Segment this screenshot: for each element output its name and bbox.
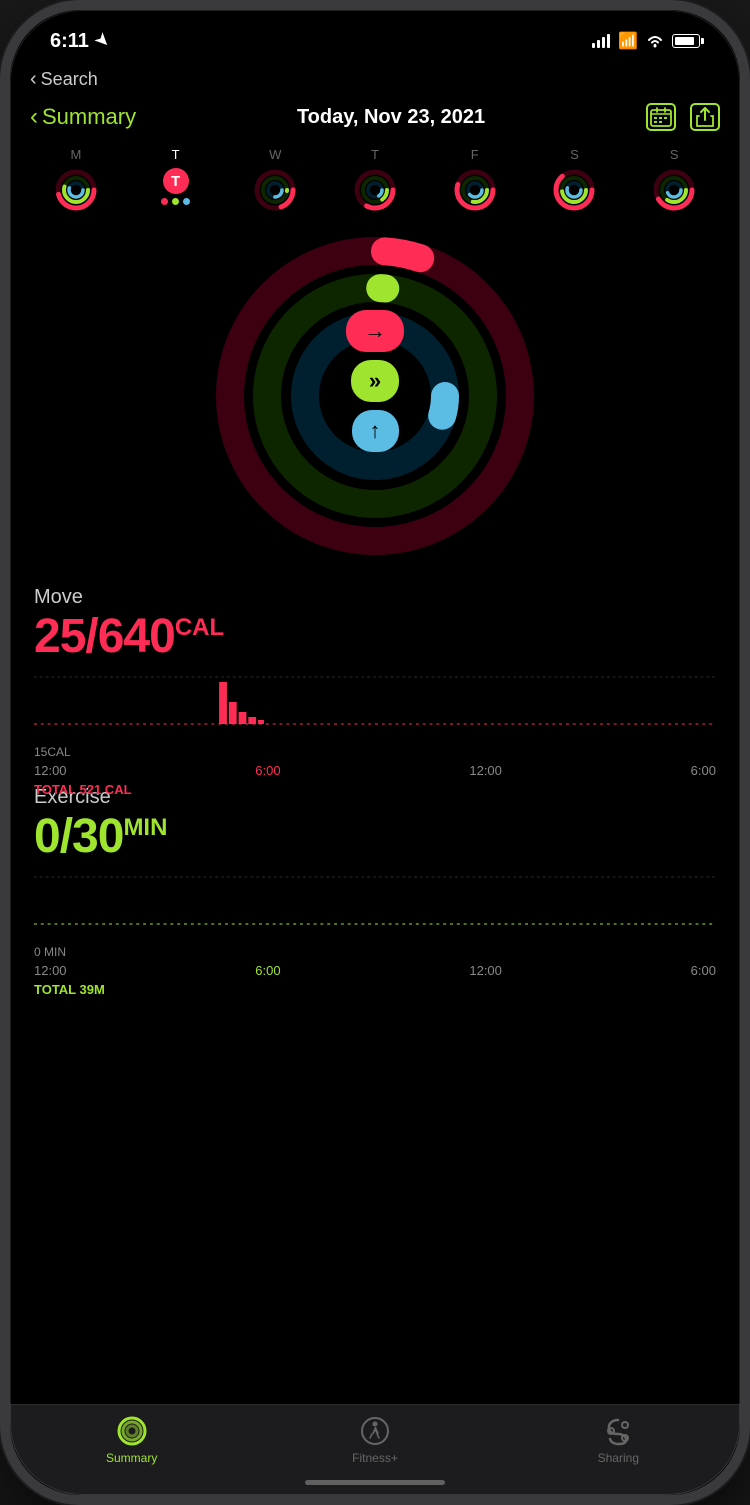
move-unit: CAL [175, 614, 224, 641]
exercise-chart-top-label: 0 MIN [34, 945, 716, 959]
move-chart-times: 12:00 6:00 12:00 6:00 [34, 763, 716, 778]
phone-frame: 6:11 ➤ 📶 [0, 0, 750, 1505]
day-ring-saturday [552, 168, 596, 212]
stats-section: Move 25/640CAL [10, 586, 740, 1016]
exercise-total: TOTAL 39M [34, 982, 716, 997]
move-goal: 640 [98, 610, 175, 663]
location-arrow-icon: ➤ [91, 28, 115, 52]
sharing-tab-icon [603, 1416, 633, 1446]
day-ring-monday [54, 168, 98, 212]
day-col-sunday[interactable]: S [624, 147, 724, 212]
share-button[interactable] [690, 103, 720, 131]
tab-sharing[interactable]: Sharing [497, 1415, 740, 1465]
header-date: Today, Nov 23, 2021 [297, 106, 485, 129]
day-col-monday[interactable]: M [26, 147, 126, 212]
status-icons: 📶 [592, 31, 700, 51]
back-label: Search [41, 69, 98, 90]
share-icon [696, 106, 714, 128]
move-chart: 15CAL 12:00 6:00 12:00 6:00 TOTAL 521 CA… [34, 672, 716, 762]
exercise-value: 0/30MIN [34, 811, 716, 864]
move-chart-svg [34, 672, 716, 742]
back-search-button[interactable]: ‹ Search [30, 68, 98, 91]
tab-sharing-label: Sharing [598, 1451, 639, 1465]
move-current: 25 [34, 610, 85, 663]
exercise-stat-block[interactable]: Exercise 0/30MIN 0 MIN [34, 786, 716, 962]
day-col-saturday[interactable]: S [525, 147, 625, 212]
ring-badges: → » ↑ [346, 310, 404, 452]
battery-icon [672, 34, 700, 48]
calendar-icon [650, 107, 672, 127]
summary-back-label: Summary [42, 104, 136, 130]
summary-back-button[interactable]: ‹ Summary [30, 103, 136, 131]
wifi-icon [646, 34, 664, 48]
nav-bar: ‹ Search [10, 64, 740, 99]
exercise-arrow-icon: » [369, 368, 381, 394]
today-indicator: T [161, 168, 190, 205]
move-chart-top-label: 15CAL [34, 745, 716, 759]
day-col-friday[interactable]: F [425, 147, 525, 212]
exercise-badge: » [351, 360, 399, 402]
back-chevron-icon: ‹ [30, 68, 37, 91]
summary-tab-icon [116, 1415, 148, 1447]
exercise-chart-svg [34, 872, 716, 942]
main-content: → » ↑ Move 25/640CAL [10, 216, 740, 1404]
day-ring-thursday [353, 168, 397, 212]
activity-rings-section[interactable]: → » ↑ [10, 216, 740, 586]
move-label: Move [34, 586, 716, 609]
tab-summary[interactable]: Summary [10, 1415, 253, 1465]
day-ring-wednesday [253, 168, 297, 212]
day-ring-friday [453, 168, 497, 212]
tab-summary-label: Summary [106, 1451, 157, 1465]
week-strip: M T T [10, 143, 740, 216]
stand-badge: ↑ [352, 410, 399, 452]
exercise-unit: MIN [123, 814, 167, 841]
time-display: 6:11 [50, 30, 89, 53]
signal-bars-icon [592, 34, 610, 48]
day-col-wednesday[interactable]: W [225, 147, 325, 212]
header-actions [646, 103, 720, 131]
back-chevron-green-icon: ‹ [30, 103, 38, 131]
stand-arrow-icon: ↑ [370, 418, 381, 444]
move-value: 25/640CAL [34, 611, 716, 664]
page-header: ‹ Summary Today, Nov 23, 2021 [10, 99, 740, 143]
exercise-chart: 0 MIN 12:00 6:00 12:00 6:00 TOTAL 39M [34, 872, 716, 962]
exercise-goal: 30 [72, 810, 123, 863]
dynamic-island [300, 20, 450, 56]
day-col-tuesday-today[interactable]: T T [126, 147, 226, 212]
wifi-icon: 📶 [618, 31, 638, 51]
calendar-button[interactable] [646, 103, 676, 131]
status-time: 6:11 ➤ [50, 30, 108, 53]
tab-fitness-label: Fitness+ [352, 1451, 398, 1465]
day-col-thursday[interactable]: T [325, 147, 425, 212]
move-arrow-icon: → [364, 318, 386, 344]
move-badge: → [346, 310, 404, 352]
fitness-tab-icon [360, 1416, 390, 1446]
tab-fitness[interactable]: Fitness+ [253, 1415, 496, 1465]
move-total: TOTAL 521 CAL [34, 782, 716, 797]
exercise-current: 0 [34, 810, 60, 863]
home-indicator [305, 1480, 445, 1485]
exercise-chart-times: 12:00 6:00 12:00 6:00 [34, 963, 716, 978]
day-ring-sunday [652, 168, 696, 212]
screen: 6:11 ➤ 📶 [10, 10, 740, 1495]
move-stat-block[interactable]: Move 25/640CAL [34, 586, 716, 762]
